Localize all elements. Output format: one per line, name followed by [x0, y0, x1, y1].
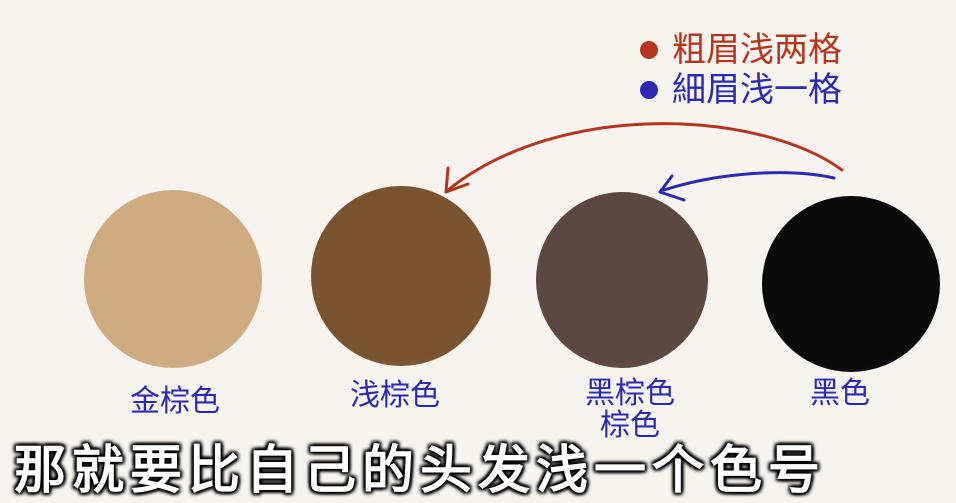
arrow-blue-to-dark-brown: [662, 171, 836, 192]
arrow-red-to-light-brown: [446, 122, 844, 192]
label-text: 黑色: [810, 376, 870, 411]
swatch-black: [762, 196, 940, 372]
swatch-dark-brown: [536, 192, 708, 368]
label-black: 黑色: [790, 378, 890, 410]
label-text: 金棕色: [130, 384, 220, 419]
illustration-canvas: 粗眉浅两格 細眉浅一格 金棕色 浅棕色 黑棕色 棕色 黑色 那就要比自己的头发浅…: [0, 0, 956, 501]
swatch-golden-brown: [84, 190, 262, 368]
label-golden-brown: 金棕色: [110, 386, 240, 418]
label-text: 浅棕色: [350, 378, 440, 413]
label-light-brown: 浅棕色: [330, 380, 460, 412]
label-text: 黑棕色: [585, 376, 675, 411]
swatch-light-brown: [311, 186, 491, 366]
